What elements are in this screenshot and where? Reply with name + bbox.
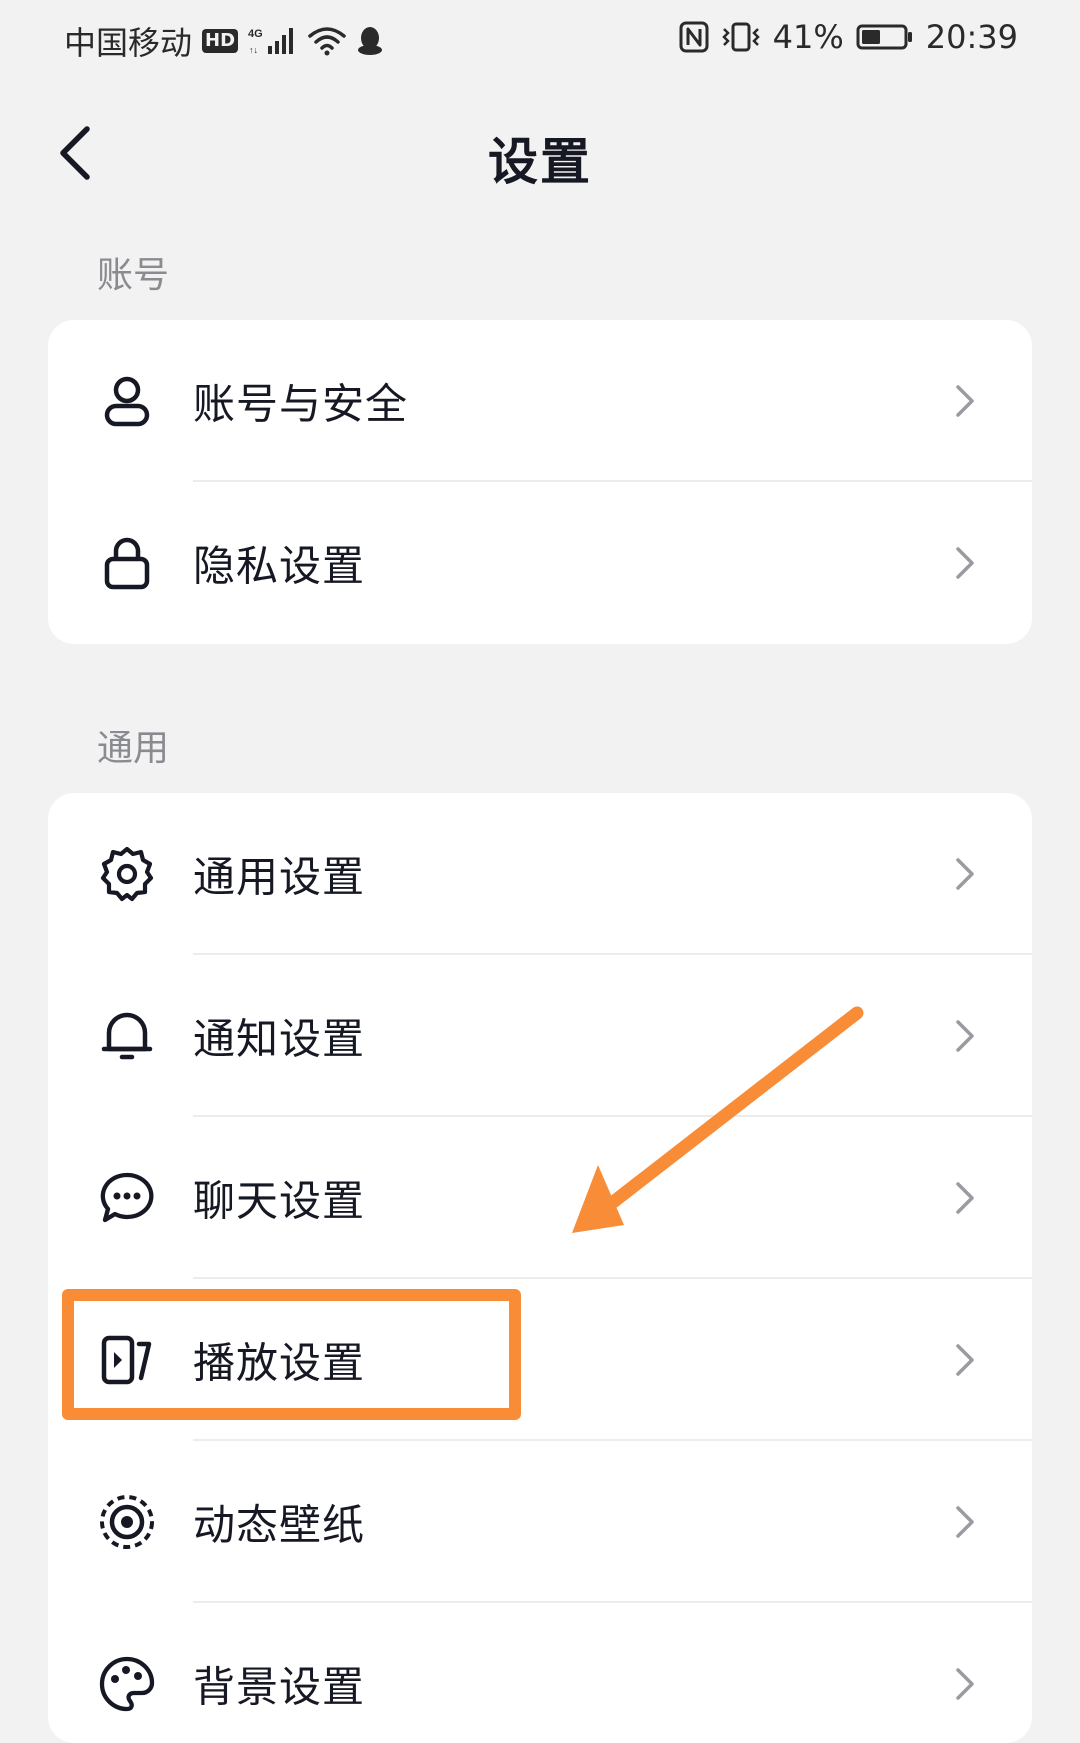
clock: 20:39 xyxy=(925,18,1018,56)
chat-icon xyxy=(98,1169,156,1227)
list-item-live-wallpaper[interactable]: 动态壁纸 xyxy=(48,1441,1032,1603)
list-item-label: 动态壁纸 xyxy=(193,1500,366,1550)
list-item-label: 播放设置 xyxy=(193,1338,366,1388)
chevron-right-icon xyxy=(950,1664,980,1704)
section-header-general: 通用 xyxy=(97,728,170,769)
general-card: 通用设置 通知设置 聊天设置 播放设置 动态壁纸 背景设置 xyxy=(48,793,1032,1743)
list-item-label: 账号与安全 xyxy=(193,379,409,429)
chevron-right-icon xyxy=(950,1502,980,1542)
signal-icon: 4G ↑↓ xyxy=(248,26,298,56)
play-icon xyxy=(98,1331,156,1389)
hd-badge: HD xyxy=(202,29,239,53)
status-bar: 中国移动 HD 4G ↑↓ 41% 20:39 xyxy=(0,0,1080,80)
list-item-label: 背景设置 xyxy=(193,1662,366,1712)
section-header-account: 账号 xyxy=(97,255,170,296)
list-item-label: 通用设置 xyxy=(193,852,366,902)
chevron-right-icon xyxy=(950,543,980,583)
live-wallpaper-icon xyxy=(98,1493,156,1551)
battery-icon xyxy=(856,23,914,51)
list-item-label: 聊天设置 xyxy=(193,1176,366,1226)
carrier-name: 中国移动 xyxy=(64,24,193,62)
status-right: 41% 20:39 xyxy=(679,18,1018,56)
list-item-account-security[interactable]: 账号与安全 xyxy=(48,320,1032,482)
palette-icon xyxy=(98,1655,156,1713)
list-item-label: 隐私设置 xyxy=(193,541,366,591)
account-card: 账号与安全 隐私设置 xyxy=(48,320,1032,644)
status-left: 中国移动 HD 4G ↑↓ xyxy=(64,18,384,64)
wifi-icon xyxy=(308,26,346,56)
svg-text:4G: 4G xyxy=(248,28,263,40)
bell-icon xyxy=(98,1007,156,1065)
list-item-label: 通知设置 xyxy=(193,1014,366,1064)
list-item-privacy[interactable]: 隐私设置 xyxy=(48,482,1032,644)
page-title: 设置 xyxy=(488,133,592,191)
chevron-right-icon xyxy=(950,1340,980,1380)
gear-icon xyxy=(98,845,156,903)
list-item-chat-settings[interactable]: 聊天设置 xyxy=(48,1117,1032,1279)
list-item-playback-settings[interactable]: 播放设置 xyxy=(48,1279,1032,1441)
user-icon xyxy=(98,372,156,430)
qq-icon xyxy=(356,26,384,56)
nfc-icon xyxy=(679,21,709,53)
list-item-notification-settings[interactable]: 通知设置 xyxy=(48,955,1032,1117)
header: 设置 xyxy=(0,100,1080,210)
battery-percent: 41% xyxy=(772,18,844,56)
svg-text:↑↓: ↑↓ xyxy=(249,45,258,55)
list-item-background-settings[interactable]: 背景设置 xyxy=(48,1603,1032,1743)
vibrate-icon xyxy=(721,21,761,53)
chevron-right-icon xyxy=(950,854,980,894)
chevron-right-icon xyxy=(950,1178,980,1218)
list-item-general-settings[interactable]: 通用设置 xyxy=(48,793,1032,955)
chevron-right-icon xyxy=(950,381,980,421)
chevron-right-icon xyxy=(950,1016,980,1056)
lock-icon xyxy=(98,534,156,592)
